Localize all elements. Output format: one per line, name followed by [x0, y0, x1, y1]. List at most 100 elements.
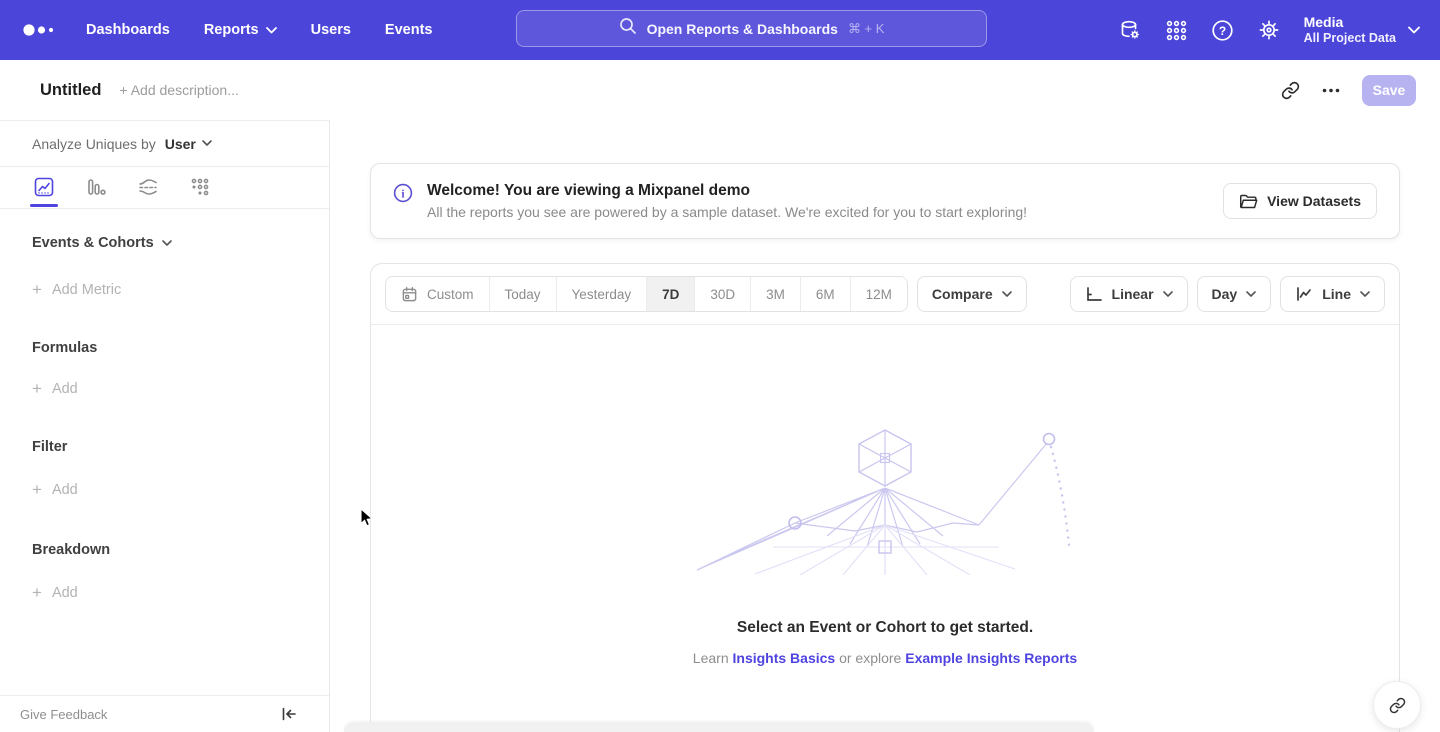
project-switcher[interactable]: Media All Project Data — [1304, 14, 1420, 46]
banner-title: Welcome! You are viewing a Mixpanel demo — [427, 182, 1027, 200]
events-cohorts-section[interactable]: Events & Cohorts — [32, 235, 329, 251]
compare-label: Compare — [932, 286, 993, 302]
nav-events-label: Events — [385, 22, 433, 38]
tab-retention[interactable] — [186, 167, 214, 207]
bar-chart-icon — [85, 176, 107, 198]
line-chart-icon — [1295, 286, 1313, 302]
nav-events[interactable]: Events — [385, 22, 433, 38]
range-7d[interactable]: 7D — [647, 277, 695, 311]
chevron-down-icon — [1408, 26, 1420, 34]
chevron-down-icon — [266, 27, 277, 34]
analyze-by-label: Analyze Uniques by — [32, 136, 156, 152]
nav-dashboards[interactable]: Dashboards — [86, 22, 170, 38]
collapse-sidebar-icon[interactable] — [281, 707, 297, 721]
range-7d-label: 7D — [662, 287, 679, 302]
add-description-field[interactable]: + Add description... — [119, 82, 238, 98]
range-yesterday[interactable]: Yesterday — [557, 277, 648, 311]
add-breakdown-button[interactable]: + Add — [32, 583, 329, 603]
banner-subtitle: All the reports you see are powered by a… — [427, 204, 1027, 220]
nav-users[interactable]: Users — [311, 22, 351, 38]
add-filter-button[interactable]: + Add — [32, 480, 329, 500]
more-options-icon[interactable] — [1322, 88, 1340, 93]
help-icon[interactable]: ? — [1211, 19, 1234, 42]
view-datasets-button[interactable]: View Datasets — [1223, 183, 1377, 219]
insights-basics-link[interactable]: Insights Basics — [733, 650, 836, 666]
settings-gear-icon[interactable] — [1257, 18, 1281, 42]
search-icon — [619, 17, 637, 40]
visualization-tabs — [0, 167, 329, 209]
global-search[interactable]: Open Reports & Dashboards ⌘ + K — [516, 10, 987, 47]
save-button[interactable]: Save — [1362, 75, 1416, 106]
retention-grid-icon — [189, 176, 211, 198]
report-card: Custom Today Yesterday 7D 30D 3M 6M 12M … — [370, 263, 1400, 732]
range-custom[interactable]: Custom — [386, 277, 490, 311]
copy-link-icon[interactable] — [1281, 81, 1300, 100]
chevron-down-icon — [1163, 291, 1173, 298]
tab-bar-chart[interactable] — [82, 167, 110, 207]
date-range-group: Custom Today Yesterday 7D 30D 3M 6M 12M — [385, 276, 908, 312]
range-30d-label: 30D — [710, 287, 735, 302]
view-datasets-label: View Datasets — [1267, 193, 1361, 209]
nav-reports-label: Reports — [204, 22, 259, 38]
range-12m[interactable]: 12M — [851, 277, 907, 311]
add-formula-button[interactable]: + Add — [32, 379, 329, 399]
tab-insights-line[interactable] — [30, 167, 58, 207]
chevron-down-icon — [1246, 291, 1256, 298]
chevron-down-icon — [162, 240, 172, 247]
top-nav: Dashboards Reports Users Events Open Rep… — [0, 0, 1440, 60]
mixpanel-logo-icon[interactable] — [22, 20, 56, 40]
flows-icon — [137, 176, 159, 198]
formulas-section: Formulas — [32, 340, 329, 356]
breakdown-section: Breakdown — [32, 542, 329, 558]
plus-icon: + — [32, 379, 42, 399]
add-metric-button[interactable]: + Add Metric — [32, 280, 329, 300]
apps-grid-icon[interactable] — [1165, 19, 1188, 42]
empty-state-illustration — [695, 425, 1075, 575]
tab-flows[interactable] — [134, 167, 162, 207]
empty-state: Select an Event or Cohort to get started… — [371, 425, 1399, 666]
plus-icon: + — [32, 583, 42, 603]
example-reports-link[interactable]: Example Insights Reports — [905, 650, 1077, 666]
main-panel: i Welcome! You are viewing a Mixpanel de… — [330, 120, 1440, 732]
range-today-label: Today — [505, 287, 541, 302]
analyze-by-selector[interactable]: User — [165, 136, 212, 152]
filter-section: Filter — [32, 439, 329, 455]
report-header: Untitled + Add description... Save — [0, 60, 1440, 120]
range-yesterday-label: Yesterday — [572, 287, 632, 302]
empty-state-links: Learn Insights Basics or explore Example… — [693, 650, 1077, 666]
report-title[interactable]: Untitled — [40, 81, 101, 100]
svg-text:i: i — [401, 188, 405, 200]
events-cohorts-label: Events & Cohorts — [32, 235, 154, 251]
range-3m[interactable]: 3M — [751, 277, 801, 311]
calendar-icon — [401, 286, 418, 303]
scale-dropdown[interactable]: Linear — [1070, 276, 1188, 312]
breakdown-label: Breakdown — [32, 542, 110, 558]
learn-prefix: Learn — [693, 650, 733, 666]
chart-type-label: Line — [1322, 286, 1351, 302]
chevron-down-icon — [1002, 291, 1012, 298]
formulas-label: Formulas — [32, 340, 97, 356]
nav-users-label: Users — [311, 22, 351, 38]
data-management-icon[interactable] — [1118, 18, 1142, 42]
add-breakdown-label: Add — [52, 585, 78, 601]
demo-banner: i Welcome! You are viewing a Mixpanel de… — [370, 163, 1400, 239]
range-custom-label: Custom — [427, 287, 474, 302]
range-6m[interactable]: 6M — [801, 277, 851, 311]
plus-icon: + — [32, 280, 42, 300]
scale-label: Linear — [1112, 286, 1154, 302]
project-scope: All Project Data — [1304, 31, 1396, 46]
bottom-sheet-edge[interactable] — [344, 722, 1094, 732]
share-link-fab[interactable] — [1373, 681, 1421, 729]
filter-label: Filter — [32, 439, 67, 455]
interval-dropdown[interactable]: Day — [1197, 276, 1272, 312]
nav-reports[interactable]: Reports — [204, 22, 277, 38]
compare-dropdown[interactable]: Compare — [917, 276, 1027, 312]
range-30d[interactable]: 30D — [695, 277, 751, 311]
give-feedback-link[interactable]: Give Feedback — [20, 707, 107, 722]
project-name: Media — [1304, 14, 1396, 31]
chart-type-dropdown[interactable]: Line — [1280, 276, 1385, 312]
folder-icon — [1239, 193, 1258, 210]
link-icon — [1389, 697, 1406, 714]
empty-state-title: Select an Event or Cohort to get started… — [737, 619, 1033, 637]
range-today[interactable]: Today — [490, 277, 557, 311]
